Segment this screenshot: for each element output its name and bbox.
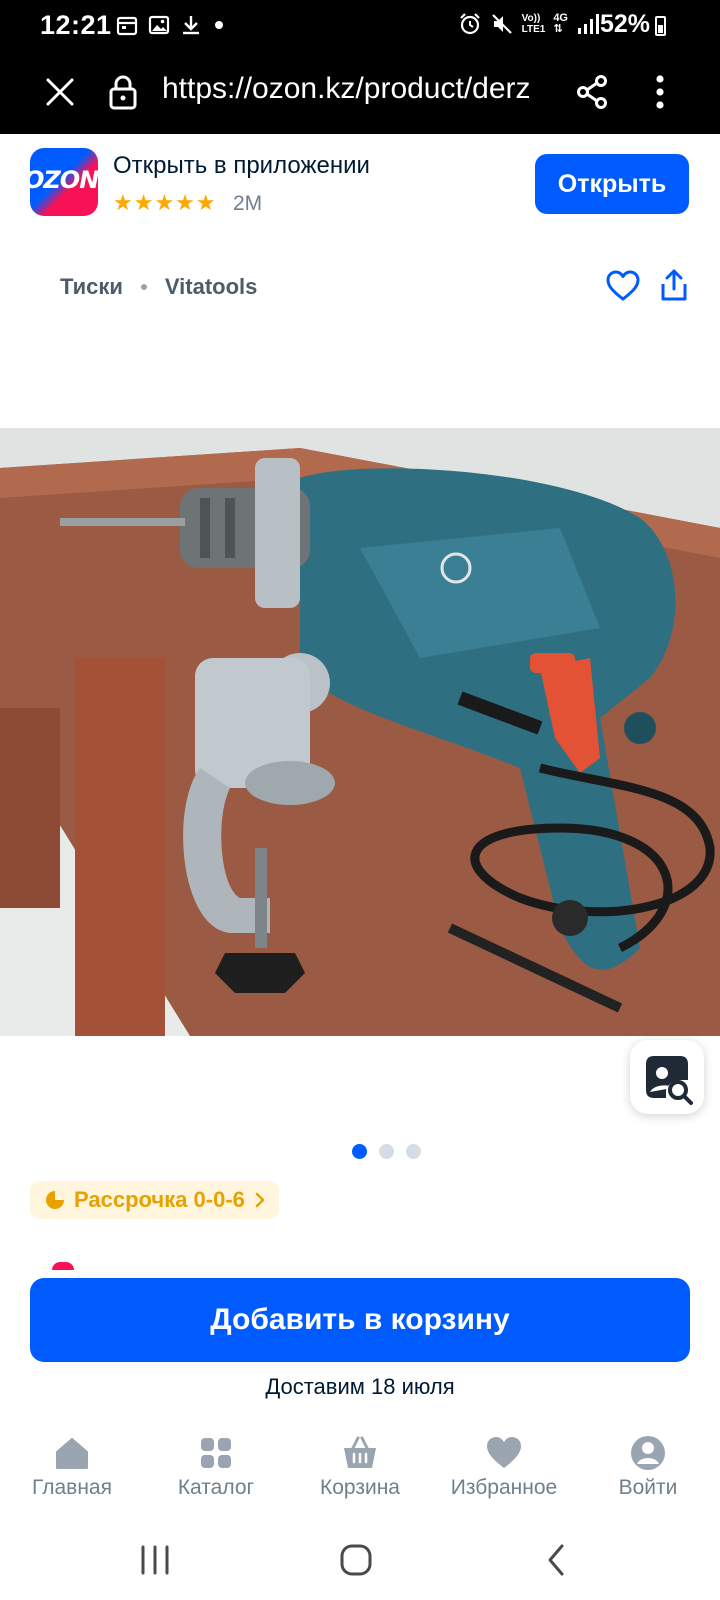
image-search-icon	[646, 1056, 693, 1105]
price-tag-fragment	[52, 1262, 74, 1270]
user-icon	[631, 1436, 665, 1470]
status-system-icons: Vo)) LTE1 4G ⇅	[458, 12, 600, 36]
data-arrows-icon: ⇅	[553, 23, 563, 35]
share-product-icon[interactable]	[660, 268, 688, 302]
more-options-icon[interactable]	[644, 72, 676, 112]
alarm-icon	[459, 13, 480, 35]
ozon-logo: OZON	[30, 148, 98, 216]
delivery-date: Доставим 18 июля	[265, 1374, 455, 1399]
open-in-app-banner: OZON Открыть в приложении ★★★★★ 2M Откры…	[0, 134, 720, 230]
banner-title: Открыть в приложении	[113, 152, 370, 179]
visual-search-button[interactable]	[630, 1040, 704, 1114]
calendar-icon	[116, 16, 138, 36]
nav-item-favorites[interactable]: Избранное	[432, 1418, 576, 1518]
nav-label-catalog: Каталог	[177, 1476, 255, 1499]
status-bar: 12:21 Vo)) LTE1 4G ⇅ 52%	[0, 0, 720, 52]
nav-item-cart[interactable]: Корзина	[288, 1418, 432, 1518]
status-notification-icons	[116, 14, 226, 36]
breadcrumb-item-brand[interactable]: Vitatools	[165, 274, 258, 300]
recent-apps-icon[interactable]	[138, 1544, 172, 1576]
gallery-dot-3[interactable]	[406, 1144, 421, 1159]
dot-icon	[215, 21, 223, 29]
nav-item-home[interactable]: Главная	[0, 1418, 144, 1518]
home-button-icon[interactable]	[338, 1542, 374, 1578]
battery-icon	[655, 16, 666, 36]
breadcrumb-separator	[140, 284, 147, 290]
open-app-button[interactable]: Открыть	[535, 154, 689, 214]
product-photo-drill-vise	[0, 428, 720, 1036]
rating-count: 2M	[233, 192, 263, 215]
gallery-dot-1[interactable]	[352, 1144, 367, 1159]
chevron-right-icon	[255, 1192, 265, 1208]
nav-label-favorites: Избранное	[450, 1476, 558, 1499]
download-icon	[183, 16, 199, 35]
breadcrumb-item-category[interactable]: Тиски	[60, 274, 123, 300]
rating-stars: ★★★★★	[113, 190, 217, 215]
product-image[interactable]	[0, 428, 720, 1036]
add-to-cart-button[interactable]: Добавить в корзину	[30, 1278, 690, 1362]
url-field[interactable]: https://ozon.kz/product/derz	[162, 72, 554, 106]
bottom-navigation: Главная Каталог Корзина Избранное Войти	[0, 1418, 720, 1518]
battery-percent: 52%	[599, 10, 650, 38]
nav-item-login[interactable]: Войти	[576, 1418, 720, 1518]
browser-toolbar: https://ozon.kz/product/derz	[0, 52, 720, 134]
system-navigation-bar	[0, 1518, 720, 1600]
status-time: 12:21	[40, 10, 112, 40]
close-icon[interactable]	[42, 74, 78, 110]
signal-icon	[578, 14, 599, 34]
volte-indicator: Vo)) LTE1	[521, 13, 546, 35]
gallery-dot-2[interactable]	[379, 1144, 394, 1159]
nav-label-home: Главная	[32, 1476, 112, 1499]
nav-label-cart: Корзина	[320, 1476, 400, 1499]
home-icon	[56, 1438, 88, 1469]
share-icon[interactable]	[574, 74, 610, 110]
network-gen: 4G ⇅	[553, 12, 568, 35]
catalog-icon	[201, 1438, 231, 1468]
lock-icon[interactable]	[108, 74, 138, 110]
installment-badge[interactable]: Рассрочка 0-0-6	[30, 1181, 279, 1219]
heart-icon	[487, 1437, 521, 1468]
nav-label-login: Войти	[618, 1476, 678, 1499]
back-icon[interactable]	[544, 1542, 568, 1578]
mute-icon	[491, 14, 512, 34]
pie-clock-icon	[46, 1191, 64, 1209]
installment-label: Рассрочка 0-0-6	[74, 1187, 245, 1212]
breadcrumb: Тиски Vitatools	[60, 274, 257, 300]
gallery-pagination	[352, 1144, 421, 1159]
nav-item-catalog[interactable]: Каталог	[144, 1418, 288, 1518]
cart-icon	[344, 1436, 376, 1468]
favorite-heart-icon[interactable]	[606, 270, 640, 302]
gallery-icon	[148, 15, 170, 35]
